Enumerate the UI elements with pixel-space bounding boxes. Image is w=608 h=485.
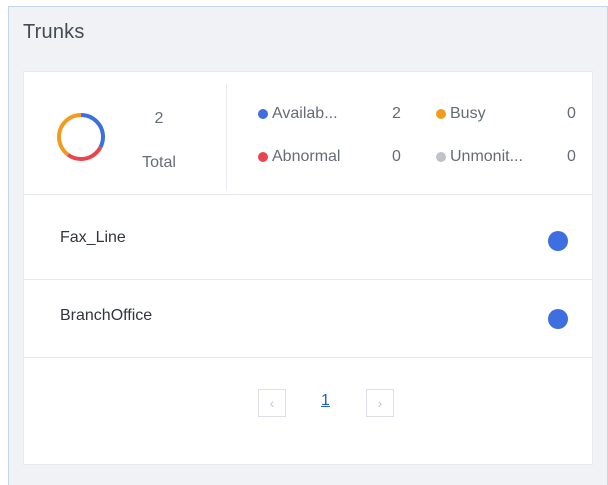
total-count: 2 bbox=[154, 110, 164, 127]
abnormal-dot-icon bbox=[258, 152, 268, 162]
busy-dot-icon bbox=[436, 109, 446, 119]
stat-abnormal-label: Abnormal bbox=[272, 148, 341, 165]
trunks-summary: 2 Total Availab... 2 Busy 0 Abnormal 0 U… bbox=[24, 72, 592, 195]
prev-page-button[interactable]: ‹ bbox=[258, 389, 286, 417]
stat-abnormal-value: 0 bbox=[392, 148, 401, 165]
stat-abnormal: Abnormal bbox=[258, 148, 340, 166]
panel-title: Trunks bbox=[23, 21, 85, 43]
stat-available-value: 2 bbox=[392, 105, 401, 122]
stat-busy-value: 0 bbox=[567, 105, 576, 122]
page-1-link[interactable]: 1 bbox=[321, 392, 330, 410]
next-page-button[interactable]: › bbox=[366, 389, 394, 417]
trunks-panel: Trunks 2 Total Availab... 2 Busy 0 Abnor… bbox=[8, 6, 608, 485]
summary-divider bbox=[226, 84, 227, 190]
trunk-name: BranchOffice bbox=[60, 307, 153, 324]
trunk-row[interactable]: BranchOffice bbox=[24, 280, 592, 358]
trunk-status-dot-icon bbox=[548, 231, 568, 251]
total-label: Total bbox=[142, 154, 176, 171]
trunks-card: 2 Total Availab... 2 Busy 0 Abnormal 0 U… bbox=[23, 71, 593, 465]
stat-busy-label: Busy bbox=[450, 105, 486, 122]
stat-unmonitored-label: Unmonit... bbox=[450, 148, 523, 165]
unmonitored-dot-icon bbox=[436, 152, 446, 162]
stat-available-label: Availab... bbox=[272, 105, 338, 122]
chevron-right-icon: › bbox=[377, 395, 383, 411]
available-dot-icon bbox=[258, 109, 268, 119]
stat-unmonitored: Unmonit... bbox=[436, 148, 523, 166]
stat-busy: Busy bbox=[436, 105, 486, 123]
stat-unmonitored-value: 0 bbox=[567, 148, 576, 165]
stat-available: Availab... bbox=[258, 105, 338, 123]
trunk-status-dot-icon bbox=[548, 309, 568, 329]
trunk-name: Fax_Line bbox=[60, 229, 126, 246]
chevron-left-icon: ‹ bbox=[269, 395, 275, 411]
status-donut-chart bbox=[57, 113, 105, 161]
trunk-row[interactable]: Fax_Line bbox=[24, 202, 592, 280]
